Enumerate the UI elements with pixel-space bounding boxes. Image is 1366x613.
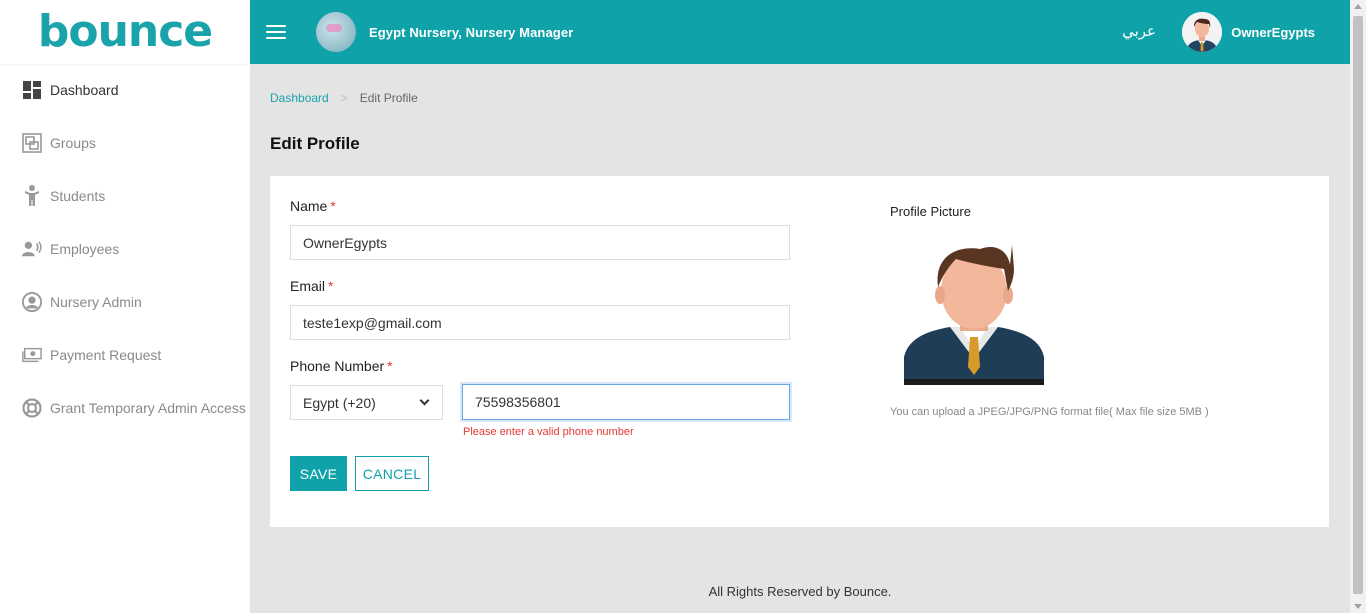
user-avatar[interactable] bbox=[1182, 12, 1222, 52]
phone-number-field[interactable]: 75598356801 bbox=[462, 384, 790, 420]
profile-picture-image[interactable] bbox=[900, 239, 1048, 385]
required-mark: * bbox=[328, 278, 334, 294]
lifebuoy-icon bbox=[22, 397, 42, 418]
chevron-down-icon bbox=[419, 395, 430, 406]
scroll-down-icon[interactable] bbox=[1354, 604, 1362, 609]
sidebar-item-label: Groups bbox=[50, 134, 96, 151]
name-label: Name * bbox=[290, 198, 336, 214]
user-name[interactable]: OwnerEgypts bbox=[1231, 25, 1315, 40]
page-scrollbar[interactable] bbox=[1350, 0, 1366, 613]
required-mark: * bbox=[330, 198, 336, 214]
chevron-right-icon: > bbox=[340, 91, 348, 105]
org-name: Egypt Nursery, Nursery Manager bbox=[369, 24, 574, 40]
sidebar-item-label: Nursery Admin bbox=[50, 293, 142, 310]
money-icon bbox=[22, 345, 42, 365]
cancel-button[interactable]: CANCEL bbox=[355, 456, 429, 491]
footer: All Rights Reserved by Bounce. bbox=[708, 584, 892, 599]
email-label: Email * bbox=[290, 278, 334, 294]
language-toggle[interactable]: عربي bbox=[1122, 22, 1156, 40]
dashboard-icon bbox=[22, 80, 42, 100]
email-field[interactable]: teste1exp@gmail.com bbox=[290, 305, 790, 340]
student-icon bbox=[22, 184, 42, 206]
edit-profile-card: Name * OwnerEgypts Email * teste1exp@gmail… bbox=[270, 176, 1329, 527]
sidebar-nav: Dashboard Groups Students Employees Nurs… bbox=[0, 64, 250, 434]
name-field[interactable]: OwnerEgypts bbox=[290, 225, 790, 260]
breadcrumb-current: Edit Profile bbox=[359, 91, 418, 105]
sidebar-item-label: Grant Temporary Admin Access bbox=[50, 399, 246, 416]
sidebar-item-label: Students bbox=[50, 187, 106, 204]
phone-error-message: Please enter a valid phone number bbox=[463, 426, 634, 438]
country-code-select[interactable]: Egypt (+20) bbox=[290, 385, 443, 420]
logo-text: bounce bbox=[37, 6, 213, 57]
groups-icon bbox=[22, 132, 42, 153]
sidebar-item-dashboard[interactable]: Dashboard bbox=[0, 64, 250, 116]
sidebar-item-payment-request[interactable]: Payment Request bbox=[0, 328, 250, 381]
profile-picture-hint: You can upload a JPEG/JPG/PNG format fil… bbox=[890, 406, 1209, 418]
breadcrumb: Dashboard > Edit Profile bbox=[270, 91, 418, 105]
country-code-value: Egypt (+20) bbox=[303, 394, 376, 411]
sidebar-item-students[interactable]: Students bbox=[0, 169, 250, 222]
sidebar-item-groups[interactable]: Groups bbox=[0, 116, 250, 169]
sidebar: bounce Dashboard Groups Students Employe… bbox=[0, 0, 250, 613]
topbar: Egypt Nursery, Nursery Manager عربي Owne… bbox=[250, 0, 1350, 64]
breadcrumb-home-link[interactable]: Dashboard bbox=[270, 91, 329, 105]
menu-toggle-icon[interactable] bbox=[266, 25, 286, 39]
user-circle-icon bbox=[22, 291, 42, 312]
scroll-up-icon[interactable] bbox=[1354, 4, 1362, 9]
sidebar-item-label: Dashboard bbox=[50, 82, 119, 98]
sidebar-item-employees[interactable]: Employees bbox=[0, 222, 250, 275]
scrollbar-thumb[interactable] bbox=[1353, 16, 1363, 594]
required-mark: * bbox=[387, 358, 393, 374]
sidebar-item-nursery-admin[interactable]: Nursery Admin bbox=[0, 275, 250, 328]
logo[interactable]: bounce bbox=[0, 0, 250, 64]
sidebar-item-label: Payment Request bbox=[50, 346, 162, 363]
save-button[interactable]: SAVE bbox=[290, 456, 347, 491]
phone-label: Phone Number * bbox=[290, 358, 393, 374]
page-title: Edit Profile bbox=[270, 134, 360, 153]
sidebar-item-label: Employees bbox=[50, 240, 120, 257]
employees-icon bbox=[22, 239, 42, 259]
org-avatar bbox=[316, 12, 356, 52]
profile-picture-label: Profile Picture bbox=[890, 204, 971, 219]
sidebar-item-grant-temporary-admin-access[interactable]: Grant Temporary Admin Access bbox=[0, 381, 250, 434]
